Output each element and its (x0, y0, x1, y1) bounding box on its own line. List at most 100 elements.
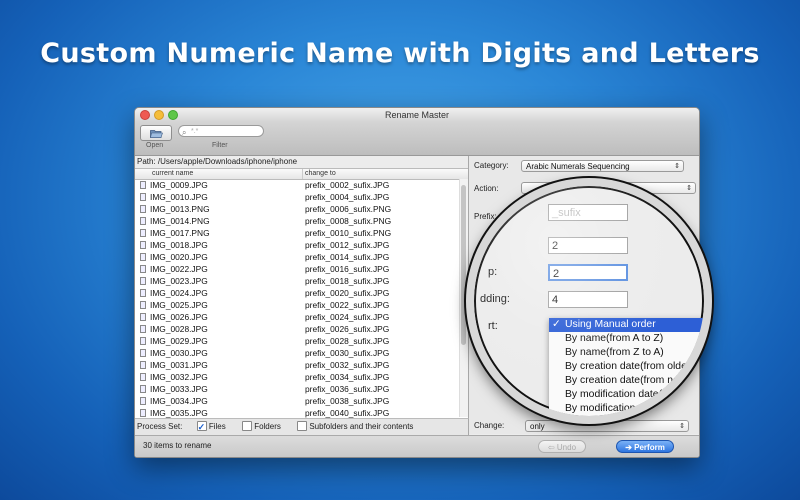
current-name: IMG_0009.JPG (150, 180, 208, 190)
table-row[interactable]: IMG_0026.JPG prefix_0024_sufix.JPG (135, 311, 460, 323)
step-label: p: (488, 266, 498, 278)
folder-icon (149, 129, 163, 138)
filter-input[interactable]: ⌕ *.* (178, 125, 264, 137)
sort-menu-item[interactable]: By name(from Z to A) (549, 346, 704, 360)
sort-menu-item[interactable]: By modification da (549, 402, 704, 416)
checkbox-icon (241, 420, 252, 431)
sort-menu-item-label: By modification date(f (565, 389, 665, 400)
table-row[interactable]: IMG_0017.PNG prefix_0010_sufix.PNG (135, 227, 460, 239)
current-name: IMG_0010.JPG (150, 192, 208, 202)
table-row[interactable]: IMG_0029.JPG prefix_0028_sufix.JPG (135, 335, 460, 347)
sort-menu-item[interactable]: ✓ Using Manual order (549, 318, 704, 332)
bottom-bar: 30 items to rename only ⇕ ⇦ Undo ➔ Perfor… (135, 420, 699, 457)
table-row[interactable]: IMG_0023.JPG prefix_0018_sufix.JPG (135, 275, 460, 287)
table-row[interactable]: IMG_0032.JPG prefix_0034_sufix.JPG (135, 371, 460, 383)
table-row[interactable]: IMG_0022.JPG prefix_0016_sufix.JPG (135, 263, 460, 275)
menu-overflow-1: west) (688, 375, 708, 384)
file-icon (140, 265, 146, 273)
change-to-cell: prefix_0038_sufix.JPG (305, 396, 390, 406)
table-row[interactable]: IMG_0033.JPG prefix_0036_sufix.JPG (135, 383, 460, 395)
start-field[interactable]: 2 (548, 237, 628, 254)
current-name: IMG_0024.JPG (150, 288, 208, 298)
menu-overflow-2: oldest) (690, 389, 712, 398)
open-button[interactable] (140, 125, 172, 141)
file-icon (140, 289, 146, 297)
table-row[interactable]: IMG_0030.JPG prefix_0030_sufix.JPG (135, 347, 460, 359)
step-field[interactable]: 2 (548, 264, 628, 281)
column-header-current[interactable]: current name (135, 169, 303, 179)
perform-button[interactable]: ➔ Perform (616, 440, 674, 453)
status-text: 30 items to rename (143, 441, 212, 450)
current-name-cell: IMG_0009.JPG (135, 179, 303, 191)
current-name: IMG_0022.JPG (150, 264, 208, 274)
change-to-cell: prefix_0016_sufix.JPG (305, 264, 390, 274)
file-icon (140, 253, 146, 261)
minimize-button[interactable] (154, 110, 164, 120)
file-icon (140, 325, 146, 333)
change-to-cell: prefix_0026_sufix.JPG (305, 324, 390, 334)
subfolders-label: Subfolders and their contents (309, 422, 414, 431)
current-name: IMG_0023.JPG (150, 276, 208, 286)
table-row[interactable]: IMG_0028.JPG prefix_0026_sufix.JPG (135, 323, 460, 335)
file-list-pane: Path: /Users/apple/Downloads/iphone/ipho… (135, 156, 469, 418)
table-row[interactable]: IMG_0025.JPG prefix_0022_sufix.JPG (135, 299, 460, 311)
change-to-cell: prefix_0034_sufix.JPG (305, 372, 390, 382)
category-popup[interactable]: Arabic Numerals Sequencing ⇕ (521, 160, 684, 172)
sort-menu-item[interactable]: By name(from A to Z) (549, 332, 704, 346)
current-name: IMG_0017.PNG (150, 228, 210, 238)
updown-arrow-icon: ⇕ (674, 163, 680, 170)
sort-dropdown-menu[interactable]: ✓ Using Manual order By name(from A to Z) B… (549, 318, 704, 416)
change-to-cell: prefix_0018_sufix.JPG (305, 276, 390, 286)
file-icon (140, 193, 146, 201)
files-checkbox[interactable]: Files (196, 419, 226, 435)
current-name-cell: IMG_0029.JPG (135, 335, 303, 347)
file-icon (140, 409, 146, 417)
table-row[interactable]: IMG_0020.JPG prefix_0014_sufix.JPG (135, 251, 460, 263)
file-icon (140, 349, 146, 357)
table-row[interactable]: IMG_0009.JPG prefix_0002_sufix.JPG (135, 179, 460, 191)
step-value: 2 (553, 268, 560, 280)
table-row[interactable]: IMG_0010.JPG prefix_0004_sufix.JPG (135, 191, 460, 203)
table-row[interactable]: IMG_0014.PNG prefix_0008_sufix.PNG (135, 215, 460, 227)
table-row[interactable]: IMG_0013.PNG prefix_0006_sufix.PNG (135, 203, 460, 215)
table-row[interactable]: IMG_0034.JPG prefix_0038_sufix.JPG (135, 395, 460, 407)
current-name-cell: IMG_0034.JPG (135, 395, 303, 407)
table-row[interactable]: IMG_0024.JPG prefix_0020_sufix.JPG (135, 287, 460, 299)
sufix-field[interactable]: _sufix (548, 204, 628, 221)
sort-menu-item[interactable]: By creation date(from new (549, 374, 704, 388)
process-set-label: Process Set: (137, 422, 183, 431)
change-to-cell: prefix_0006_sufix.PNG (305, 204, 392, 214)
current-name-cell: IMG_0032.JPG (135, 371, 303, 383)
padding-field[interactable]: 4 (548, 291, 628, 308)
search-icon: ⌕ (182, 128, 187, 137)
change-to-cell: prefix_0004_sufix.JPG (305, 192, 390, 202)
table-row[interactable]: IMG_0031.JPG prefix_0032_sufix.JPG (135, 359, 460, 371)
current-name: IMG_0018.JPG (150, 240, 208, 250)
sufix-placeholder: _sufix (552, 207, 581, 219)
current-name: IMG_0031.JPG (150, 360, 208, 370)
padding-value: 4 (552, 294, 559, 306)
undo-label: Undo (556, 443, 577, 452)
open-label: Open (146, 142, 164, 149)
headline: Custom Numeric Name with Digits and Lett… (40, 38, 760, 69)
change-to-cell: prefix_0002_sufix.JPG (305, 180, 390, 190)
zoom-button[interactable] (168, 110, 178, 120)
file-icon (140, 337, 146, 345)
sort-menu-item[interactable]: By creation date(from oldest (549, 360, 704, 374)
undo-button[interactable]: ⇦ Undo (538, 440, 586, 453)
current-name-cell: IMG_0026.JPG (135, 311, 303, 323)
column-header-change[interactable]: change to (303, 169, 468, 179)
subfolders-checkbox[interactable]: Subfolders and their contents (297, 420, 414, 431)
sort-menu-item[interactable]: By modification date(f (549, 388, 704, 402)
folders-checkbox[interactable]: Folders (241, 420, 281, 431)
magnifier-loupe: _sufix Su 2 p: 2 dding: 4 rt: ✓ Using Man… (466, 178, 712, 424)
current-name-cell: IMG_0033.JPG (135, 383, 303, 395)
current-name-cell: IMG_0020.JPG (135, 251, 303, 263)
current-name: IMG_0029.JPG (150, 336, 208, 346)
table-row[interactable]: IMG_0018.JPG prefix_0012_sufix.JPG (135, 239, 460, 251)
checkbox-checked-icon (196, 419, 207, 435)
perform-arrow-icon: ➔ (625, 443, 632, 452)
file-icon (140, 301, 146, 309)
scroll-thumb[interactable] (461, 185, 466, 345)
close-button[interactable] (140, 110, 150, 120)
